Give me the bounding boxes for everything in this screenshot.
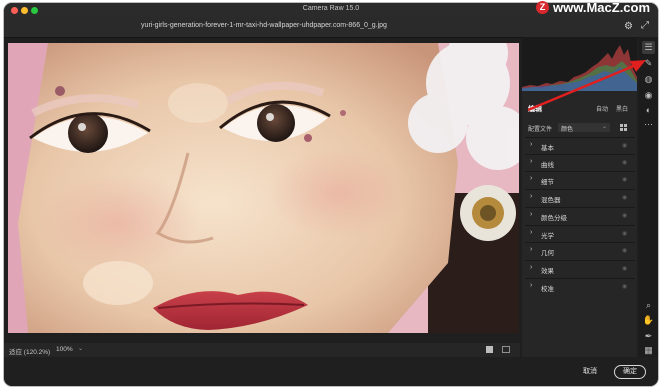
- zoom-icon[interactable]: ⌕: [642, 299, 655, 312]
- section-color-grading[interactable]: › 颜色分级 ◉: [525, 207, 635, 224]
- visibility-icon[interactable]: ◉: [622, 265, 627, 272]
- profile-row: 配置文件 颜色 ⌄: [522, 121, 637, 135]
- section-detail[interactable]: › 细节 ◉: [525, 171, 635, 188]
- section-calibration[interactable]: › 校准 ◉: [525, 278, 635, 295]
- gear-icon[interactable]: ⚙: [624, 21, 633, 32]
- zoom-level-select[interactable]: 100%: [56, 346, 73, 353]
- profile-browser-icon[interactable]: [620, 124, 627, 131]
- chevron-right-icon: ›: [530, 264, 533, 271]
- view-bar: 适应 (120.2%) 100% ⌄: [4, 343, 520, 357]
- grid-icon[interactable]: ▦: [642, 344, 655, 357]
- expand-icon[interactable]: ⤢: [641, 20, 649, 31]
- more-icon[interactable]: ⋯: [642, 118, 655, 131]
- visibility-icon[interactable]: ◉: [622, 230, 627, 237]
- visibility-icon[interactable]: ◉: [622, 176, 627, 183]
- cancel-button[interactable]: 取消: [576, 365, 604, 379]
- profile-label: 配置文件: [528, 127, 553, 133]
- visibility-icon[interactable]: ◉: [622, 212, 627, 219]
- dialog-footer: 取消 确定: [4, 358, 658, 386]
- section-label: 基本: [541, 145, 554, 152]
- profile-value: 颜色: [561, 127, 574, 133]
- section-basic[interactable]: › 基本 ◉: [525, 137, 635, 154]
- edit-sliders-icon[interactable]: ☰: [642, 41, 655, 54]
- section-label: 混色器: [541, 197, 561, 204]
- chevron-right-icon: ›: [530, 282, 533, 289]
- chevron-right-icon: ›: [530, 158, 533, 165]
- section-geometry[interactable]: › 几何 ◉: [525, 242, 635, 259]
- chevron-down-icon: ⌄: [601, 124, 607, 130]
- watermark-logo: Z: [536, 0, 549, 14]
- single-view-icon[interactable]: [486, 346, 493, 353]
- chevron-right-icon: ›: [530, 211, 533, 218]
- chevron-right-icon: ›: [530, 175, 533, 182]
- chevron-right-icon: ›: [530, 193, 533, 200]
- visibility-icon[interactable]: ◉: [622, 142, 627, 149]
- section-label: 细节: [541, 179, 554, 186]
- chevron-right-icon: ›: [530, 141, 533, 148]
- section-optics[interactable]: › 光学 ◉: [525, 225, 635, 242]
- file-bar: yuri-girls-generation-forever-1-mr-taxi-…: [4, 17, 658, 38]
- section-color-mixer[interactable]: › 混色器 ◉: [525, 189, 635, 206]
- fit-zoom-button[interactable]: 适应 (120.2%): [9, 346, 50, 356]
- profile-select[interactable]: 颜色 ⌄: [558, 123, 610, 133]
- visibility-icon[interactable]: ◉: [622, 247, 627, 254]
- ok-button[interactable]: 确定: [614, 365, 646, 379]
- section-label: 曲线: [541, 162, 554, 169]
- file-name: yuri-girls-generation-forever-1-mr-taxi-…: [141, 22, 387, 29]
- section-effects[interactable]: › 效果 ◉: [525, 260, 635, 277]
- portrait-photo: [8, 43, 519, 333]
- section-curve[interactable]: › 曲线 ◉: [525, 154, 635, 171]
- visibility-icon[interactable]: ◉: [622, 159, 627, 166]
- chevron-right-icon: ›: [530, 246, 533, 253]
- visibility-icon[interactable]: ◉: [622, 194, 627, 201]
- camera-raw-window: Camera Raw 15.0 yuri-girls-generation-fo…: [4, 3, 658, 386]
- section-label: 光学: [541, 233, 554, 240]
- before-after-icon[interactable]: [502, 346, 510, 353]
- arrow-shaft: [527, 63, 637, 112]
- watermark: Z www.MacZ.com: [536, 0, 650, 16]
- image-canvas[interactable]: [8, 43, 519, 333]
- visibility-icon[interactable]: ◉: [622, 283, 627, 290]
- section-label: 效果: [541, 268, 554, 275]
- watermark-text: www.MacZ.com: [553, 0, 651, 15]
- chevron-down-icon[interactable]: ⌄: [78, 345, 83, 352]
- section-label: 颜色分级: [541, 215, 567, 222]
- eyedropper-icon[interactable]: ✒: [642, 330, 655, 343]
- hand-icon[interactable]: ✋: [642, 314, 655, 327]
- section-label: 几何: [541, 250, 554, 257]
- chevron-right-icon: ›: [530, 229, 533, 236]
- section-label: 校准: [541, 286, 554, 293]
- annotation-arrow: [527, 60, 646, 112]
